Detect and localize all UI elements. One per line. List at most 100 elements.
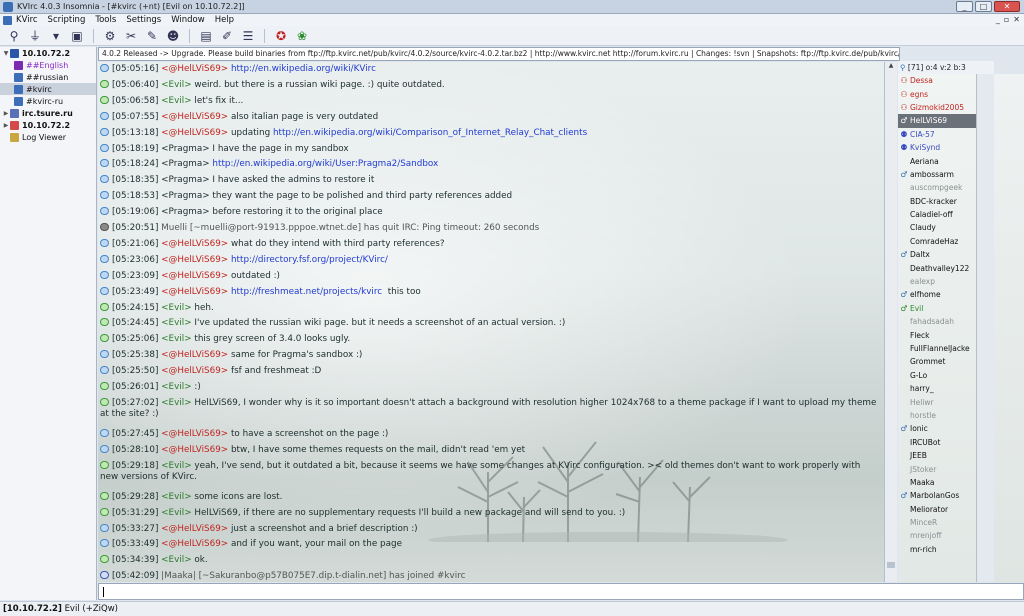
server-icon[interactable]: ▾: [48, 28, 64, 44]
message-nick[interactable]: <Evil>: [161, 318, 191, 328]
message-nick[interactable]: <Evil>: [161, 303, 191, 313]
message-nick[interactable]: <@HelLViS69>: [161, 271, 228, 281]
message-timestamp[interactable]: [05:29:28]: [112, 492, 158, 502]
message-link[interactable]: http://directory.fsf.org/project/KVirc/: [231, 255, 388, 265]
message-timestamp[interactable]: [05:42:09]: [112, 571, 158, 581]
message-nick[interactable]: <@HelLViS69>: [161, 128, 228, 138]
userlist-item[interactable]: ⚉ KviSynd: [898, 141, 976, 154]
connect-icon[interactable]: ⚲: [6, 28, 22, 44]
userlist-item[interactable]: auscompgeek: [898, 181, 976, 194]
message-link[interactable]: http://en.wikipedia.org/wiki/User:Pragma…: [212, 159, 438, 169]
message-timestamp[interactable]: [05:34:39]: [112, 555, 158, 565]
userlist-item[interactable]: ealexp: [898, 275, 976, 288]
message-nick[interactable]: <@HelLViS69>: [161, 350, 228, 360]
message-nick[interactable]: <Evil>: [161, 334, 191, 344]
message-nick[interactable]: <Evil>: [161, 492, 191, 502]
userlist-item[interactable]: Grommet: [898, 355, 976, 368]
menu-tools[interactable]: Tools: [95, 15, 116, 25]
message-link[interactable]: http://en.wikipedia.org/wiki/Comparison_…: [273, 128, 587, 138]
message-timestamp[interactable]: [05:06:40]: [112, 80, 158, 90]
kvirc-icon[interactable]: ❀: [294, 28, 310, 44]
message-timestamp[interactable]: [05:05:16]: [112, 64, 158, 74]
message-nick[interactable]: <@HelLViS69>: [161, 255, 228, 265]
menu-kvirc[interactable]: KVirc: [16, 15, 38, 25]
message-timestamp[interactable]: [05:06:58]: [112, 96, 158, 106]
search-icon[interactable]: ⚲: [900, 63, 906, 72]
message-timestamp[interactable]: [05:28:10]: [112, 445, 158, 455]
menu-settings[interactable]: Settings: [126, 15, 161, 25]
message-nick[interactable]: <Evil>: [161, 398, 191, 408]
message-timestamp[interactable]: [05:25:50]: [112, 366, 158, 376]
userlist-item[interactable]: FullFlannelJacke: [898, 342, 976, 355]
userlist-item[interactable]: MinceR: [898, 516, 976, 529]
tree-item-logviewer[interactable]: Log Viewer: [0, 131, 96, 143]
message-nick[interactable]: <@HelLViS69>: [161, 287, 228, 297]
tree-item-server[interactable]: ▶ irc.tsure.ru: [0, 107, 96, 119]
message-nick[interactable]: <@HelLViS69>: [161, 239, 228, 249]
log-icon[interactable]: ☰: [240, 28, 256, 44]
userlist-item[interactable]: ⚉ CIA-57: [898, 128, 976, 141]
userlist-item[interactable]: JStoker: [898, 462, 976, 475]
message-nick[interactable]: <@HelLViS69>: [161, 524, 228, 534]
maximize-button[interactable]: □: [975, 1, 992, 12]
userlist-item[interactable]: Aeriana: [898, 154, 976, 167]
help-icon[interactable]: ✪: [273, 28, 289, 44]
tree-item-server[interactable]: ▼ 10.10.72.2: [0, 47, 96, 59]
message-timestamp[interactable]: [05:23:49]: [112, 287, 158, 297]
disconnect-icon[interactable]: ⏚: [27, 28, 43, 44]
userlist-item[interactable]: BDC-kracker: [898, 195, 976, 208]
message-nick[interactable]: <@HelLViS69>: [161, 366, 228, 376]
tree-item-channel[interactable]: #kvirc-ru: [0, 95, 96, 107]
message-nick[interactable]: <Pragma>: [161, 175, 209, 185]
message-timestamp[interactable]: [05:25:38]: [112, 350, 158, 360]
message-timestamp[interactable]: [05:21:06]: [112, 239, 158, 249]
userlist-item[interactable]: mrenjoff: [898, 529, 976, 542]
userlist-item[interactable]: Caladiel-off: [898, 208, 976, 221]
message-timestamp[interactable]: [05:18:19]: [112, 144, 158, 154]
expand-arrow-icon[interactable]: ▶: [2, 122, 10, 129]
user-icon[interactable]: ☻: [165, 28, 181, 44]
message-nick[interactable]: <@HelLViS69>: [161, 445, 228, 455]
window-icon[interactable]: ▣: [69, 28, 85, 44]
script-icon[interactable]: ✎: [144, 28, 160, 44]
userlist-item[interactable]: G-Lo: [898, 369, 976, 382]
userlist-item[interactable]: ⚇ egns: [898, 87, 976, 100]
message-timestamp[interactable]: [05:31:29]: [112, 508, 158, 518]
message-nick[interactable]: <Evil>: [161, 80, 191, 90]
tree-item-channel[interactable]: ##russian: [0, 71, 96, 83]
userlist-item[interactable]: ♂ Daltx: [898, 248, 976, 261]
message-nick[interactable]: <@HelLViS69>: [161, 429, 228, 439]
tree-item-channel[interactable]: #kvirc: [0, 83, 96, 95]
message-nick[interactable]: <@HelLViS69>: [161, 112, 228, 122]
irc-context-icon[interactable]: ▤: [198, 28, 214, 44]
userlist-item[interactable]: horstle: [898, 409, 976, 422]
userlist-item[interactable]: mr-rich: [898, 543, 976, 556]
message-timestamp[interactable]: [05:33:27]: [112, 524, 158, 534]
message-timestamp[interactable]: [05:07:55]: [112, 112, 158, 122]
message-nick[interactable]: <Pragma>: [161, 144, 209, 154]
message-nick[interactable]: <Evil>: [161, 508, 191, 518]
scrollbar-thumb[interactable]: [887, 562, 895, 568]
message-timestamp[interactable]: [05:33:49]: [112, 539, 158, 549]
userlist-item[interactable]: ♂ ambossarm: [898, 168, 976, 181]
minimize-button[interactable]: _: [956, 1, 973, 12]
message-timestamp[interactable]: [05:24:45]: [112, 318, 158, 328]
message-timestamp[interactable]: [05:18:53]: [112, 191, 158, 201]
userlist-item[interactable]: fahadsadah: [898, 315, 976, 328]
userlist-item[interactable]: Fleck: [898, 328, 976, 341]
close-button[interactable]: ✕: [994, 1, 1020, 12]
userlist-item[interactable]: Meliorator: [898, 503, 976, 516]
chat-scrollbar[interactable]: ▲: [884, 62, 897, 582]
message-nick[interactable]: <Evil>: [161, 96, 191, 106]
message-timestamp[interactable]: [05:29:18]: [112, 461, 158, 471]
mdi-restore-button[interactable]: ▫: [1004, 15, 1009, 24]
mdi-close-button[interactable]: ✕: [1013, 15, 1020, 24]
userlist-item[interactable]: Claudy: [898, 221, 976, 234]
message-nick[interactable]: <Evil>: [161, 461, 191, 471]
menu-window[interactable]: Window: [171, 15, 205, 25]
options-icon[interactable]: ⚙: [102, 28, 118, 44]
message-nick[interactable]: <Pragma>: [161, 159, 209, 169]
userlist-scrollbar[interactable]: [976, 74, 994, 582]
tree-item-channel[interactable]: ##English: [0, 59, 96, 71]
mdi-minimize-button[interactable]: _: [996, 15, 1000, 24]
